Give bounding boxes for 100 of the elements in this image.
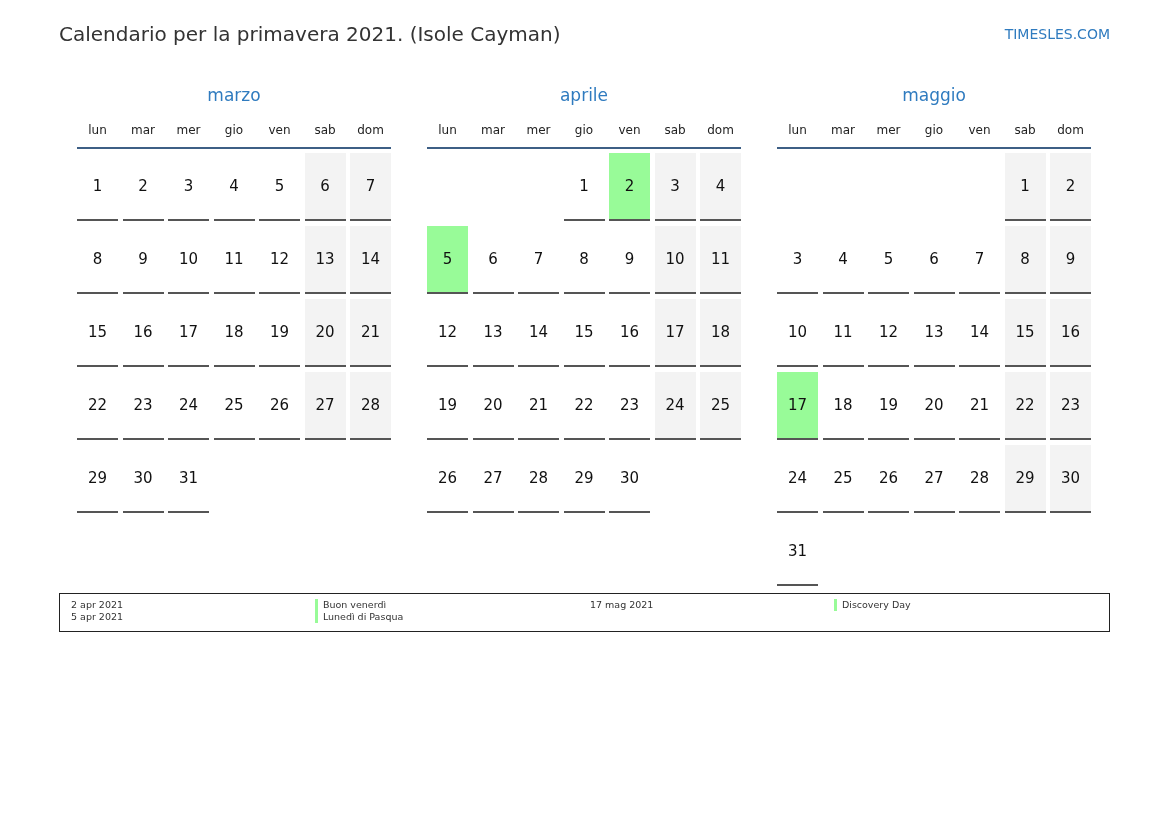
weekday-label: ven (617, 123, 642, 137)
day-cell: 23 (122, 372, 164, 440)
day-cell: 21 (959, 372, 1000, 440)
day-cell: 22 (563, 372, 605, 440)
day-cell: 8 (563, 226, 605, 294)
day-cell: 5 (427, 226, 468, 294)
day-cell: 17 (654, 299, 696, 367)
day-cell: 25 (700, 372, 741, 440)
day-cell: 2 (122, 153, 164, 221)
day-cell: 9 (609, 226, 650, 294)
day-cell: 17 (168, 299, 209, 367)
day-cell: 14 (518, 299, 559, 367)
day-cell: 16 (609, 299, 650, 367)
day-cell: 15 (1004, 299, 1046, 367)
day-cell: 7 (518, 226, 559, 294)
day-cell: 2 (609, 153, 650, 221)
day-cell: 4 (213, 153, 255, 221)
day-cell: 27 (472, 445, 514, 513)
weekday-label: lun (437, 123, 458, 137)
holiday-name: Lunedì di Pasqua (314, 611, 590, 623)
day-cell: 1 (563, 153, 605, 221)
day-cell: 15 (563, 299, 605, 367)
day-cell: 3 (777, 226, 818, 294)
day-cell: 1 (1004, 153, 1046, 221)
day-cell: 6 (472, 226, 514, 294)
day-cell: 22 (1004, 372, 1046, 440)
day-cell: 14 (959, 299, 1000, 367)
weekday-label: gio (223, 123, 245, 137)
day-cell: 29 (563, 445, 605, 513)
day-cell: 4 (822, 226, 864, 294)
day-cell: 13 (304, 226, 346, 294)
day-cell: 10 (654, 226, 696, 294)
day-cell: 21 (350, 299, 391, 367)
day-cell: 17 (777, 372, 818, 440)
day-cell: 23 (609, 372, 650, 440)
weekday-label: mer (525, 123, 552, 137)
day-cell: 28 (518, 445, 559, 513)
day-cell: 12 (868, 299, 909, 367)
month-name: maggio (901, 84, 967, 107)
day-cell: 26 (259, 372, 300, 440)
weekday-label: gio (573, 123, 595, 137)
day-cell: 20 (472, 372, 514, 440)
day-cell: 13 (472, 299, 514, 367)
site-link[interactable]: TIMESLES.COM (1004, 26, 1110, 42)
day-cell: 6 (304, 153, 346, 221)
day-cell: 29 (77, 445, 118, 513)
day-cell: 30 (122, 445, 164, 513)
day-cell: 26 (868, 445, 909, 513)
legend-date: 17 mag 2021 (590, 599, 655, 611)
day-cell: 3 (168, 153, 209, 221)
day-cell: 19 (427, 372, 468, 440)
day-cell: 26 (427, 445, 468, 513)
day-cell: 19 (259, 299, 300, 367)
weekday-label: sab (663, 123, 687, 137)
day-cell: 16 (122, 299, 164, 367)
day-cell: 2 (1050, 153, 1091, 221)
day-cell: 28 (959, 445, 1000, 513)
weekday-label: sab (1013, 123, 1037, 137)
weekday-label: lun (787, 123, 808, 137)
weekday-label: lun (87, 123, 108, 137)
day-cell: 8 (77, 226, 118, 294)
day-cell: 24 (654, 372, 696, 440)
day-cell: 30 (609, 445, 650, 513)
day-cell: 5 (868, 226, 909, 294)
weekday-label: dom (706, 123, 735, 137)
weekday-label: dom (1056, 123, 1085, 137)
legend-date: 5 apr 2021 (71, 611, 125, 623)
day-cell: 11 (213, 226, 255, 294)
day-cell: 20 (913, 372, 955, 440)
weekday-label: ven (267, 123, 292, 137)
weekday-label: mar (130, 123, 156, 137)
day-cell: 15 (77, 299, 118, 367)
day-cell: 13 (913, 299, 955, 367)
weekday-label: mer (175, 123, 202, 137)
day-cell: 16 (1050, 299, 1091, 367)
day-cell: 18 (822, 372, 864, 440)
weekday-label: ven (967, 123, 992, 137)
month-name: aprile (558, 84, 610, 107)
weekday-label: dom (356, 123, 385, 137)
day-cell: 6 (913, 226, 955, 294)
day-cell: 18 (700, 299, 741, 367)
day-cell: 10 (168, 226, 209, 294)
day-cell: 14 (350, 226, 391, 294)
day-cell: 10 (777, 299, 818, 367)
weekday-label: mer (875, 123, 902, 137)
holiday-name: Discovery Day (833, 599, 1109, 611)
day-cell: 5 (259, 153, 300, 221)
day-cell: 9 (1050, 226, 1091, 294)
weekday-label: sab (313, 123, 337, 137)
weekday-label: mar (480, 123, 506, 137)
day-cell: 9 (122, 226, 164, 294)
month-name: marzo (206, 84, 262, 107)
day-cell: 31 (168, 445, 209, 513)
day-cell: 28 (350, 372, 391, 440)
day-cell: 18 (213, 299, 255, 367)
day-cell: 25 (213, 372, 255, 440)
day-cell: 31 (777, 518, 818, 586)
day-cell: 11 (700, 226, 741, 294)
day-cell: 22 (77, 372, 118, 440)
day-cell: 19 (868, 372, 909, 440)
